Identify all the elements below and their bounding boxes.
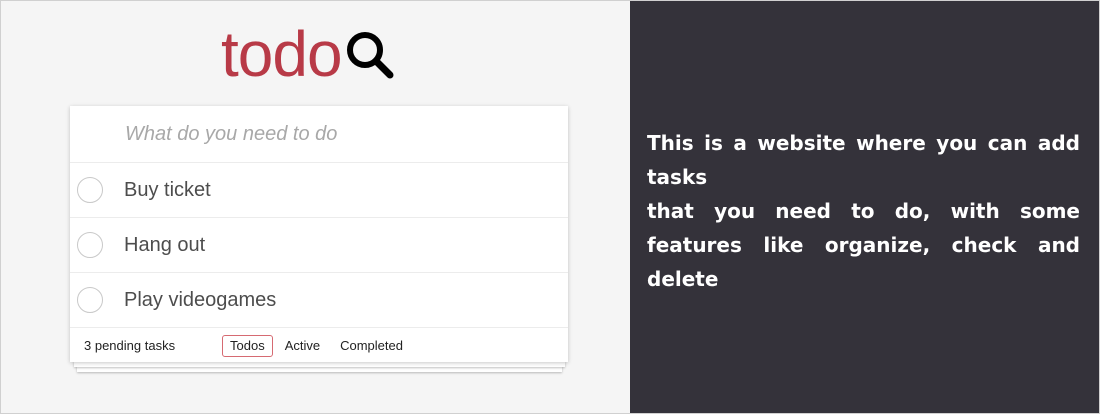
todo-app-panel: todo Buy ticket Hang out — [1, 1, 630, 413]
todo-item: Buy ticket — [70, 163, 568, 218]
description-panel: This is a website where you can add task… — [630, 1, 1099, 413]
todo-item: Play videogames — [70, 273, 568, 328]
todo-toggle-checkbox[interactable] — [77, 232, 103, 258]
todo-item: Hang out — [70, 218, 568, 273]
description-line-1: This is a website where you can add task… — [647, 131, 1080, 189]
todo-toggle-checkbox[interactable] — [77, 177, 103, 203]
filter-group: Todos Active Completed — [222, 335, 411, 357]
new-todo-input[interactable] — [70, 106, 568, 163]
todo-label[interactable]: Play videogames — [124, 289, 276, 312]
todo-toggle-checkbox[interactable] — [77, 287, 103, 313]
app-logo: todo — [221, 19, 396, 89]
logo-text: todo — [221, 18, 343, 90]
todo-label[interactable]: Hang out — [124, 234, 205, 257]
todo-footer: 3 pending tasks Todos Active Completed — [70, 328, 568, 362]
todo-list: Buy ticket Hang out Play videogames — [70, 163, 568, 328]
filter-todos[interactable]: Todos — [222, 335, 273, 357]
filter-completed[interactable]: Completed — [332, 335, 411, 357]
description-text: This is a website where you can add task… — [647, 126, 1080, 296]
filter-active[interactable]: Active — [277, 335, 328, 357]
todo-card: Buy ticket Hang out Play videogames 3 pe… — [70, 106, 568, 362]
todo-label[interactable]: Buy ticket — [124, 179, 211, 202]
search-icon — [344, 29, 396, 86]
description-line-2: that you need to do, with some features … — [647, 199, 1080, 291]
page-frame: todo Buy ticket Hang out — [0, 0, 1100, 414]
pending-count: 3 pending tasks — [84, 337, 176, 353]
